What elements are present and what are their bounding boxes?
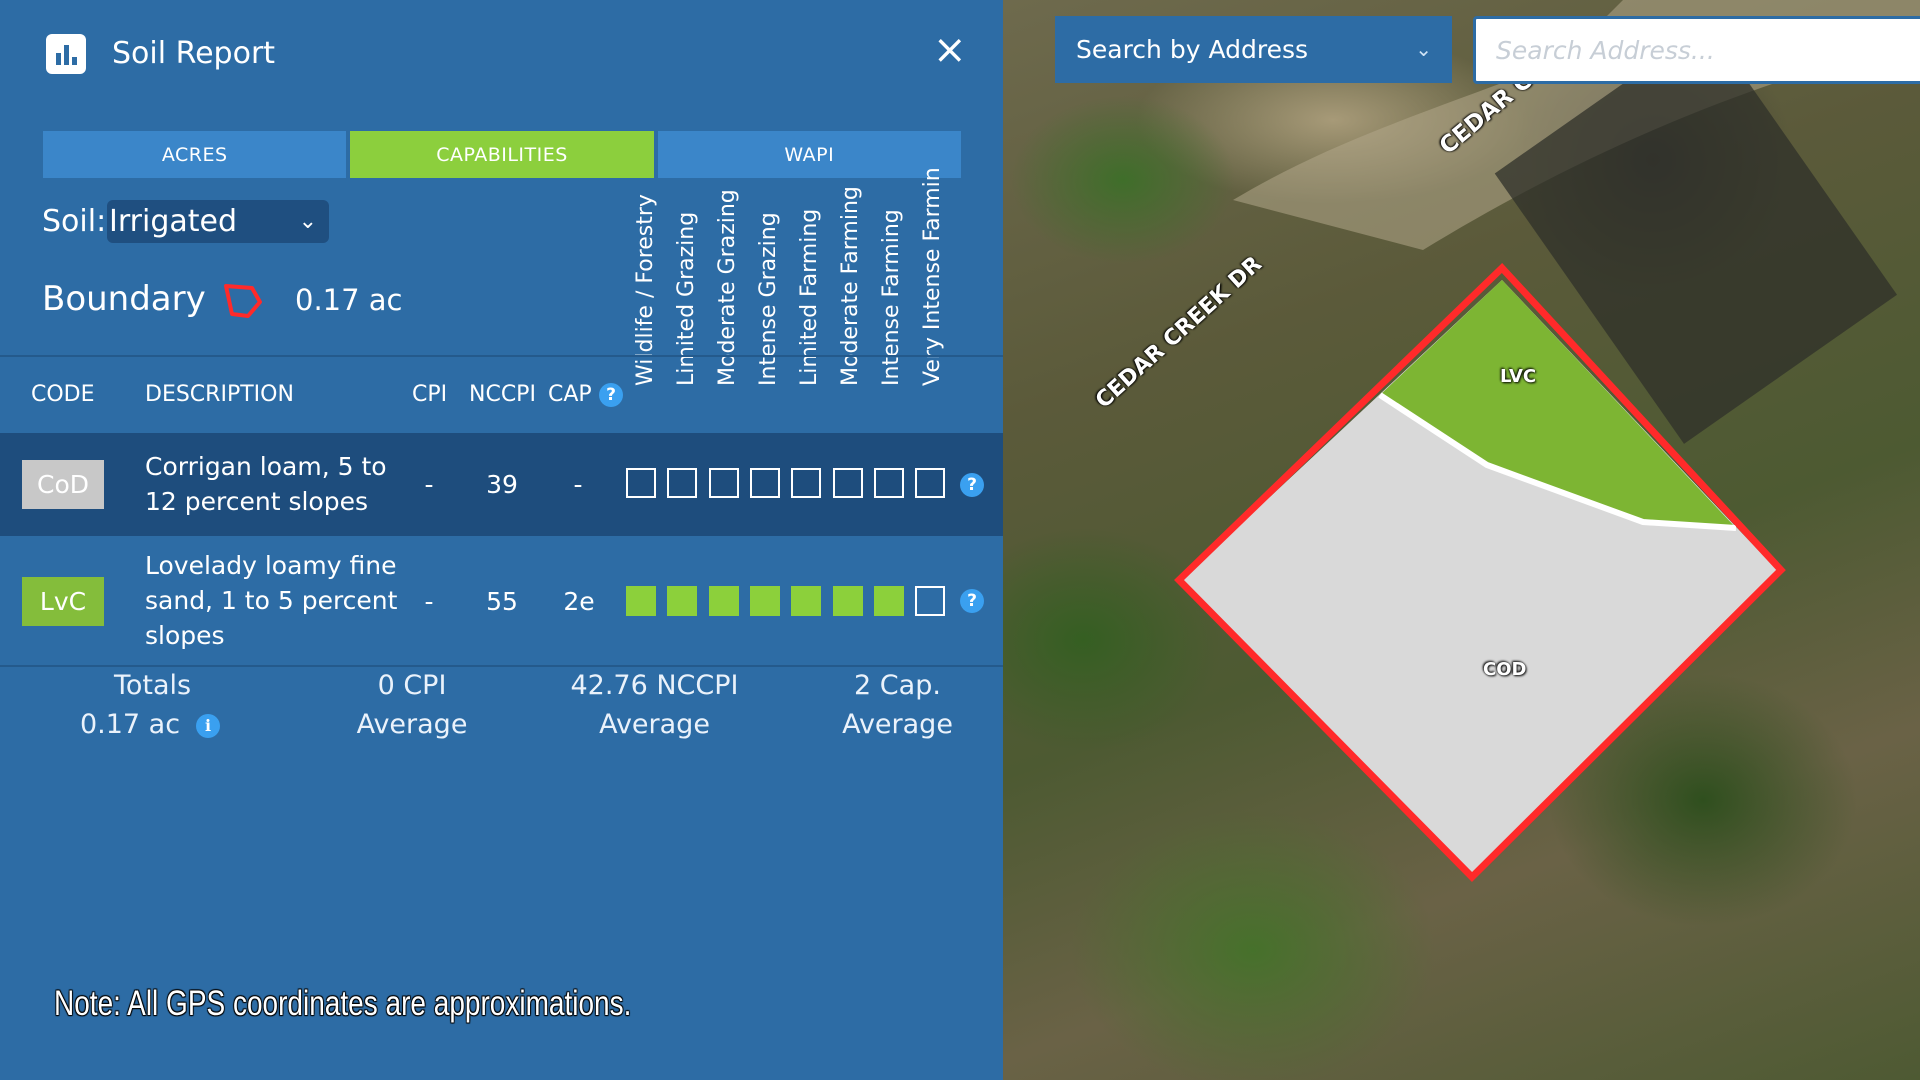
capability-box (832, 586, 863, 616)
cap-header-limited-grazing: Limited Grazing (674, 211, 699, 386)
nccpi-value: 55 (486, 587, 518, 616)
col-header-nccpi: NCCPI (469, 382, 536, 407)
row-help-icon[interactable]: ? (960, 589, 984, 613)
boundary-acres: 0.17 ac (295, 283, 403, 317)
soil-description: Corrigan loam, 5 to 12 percent slopes (145, 452, 387, 516)
gps-note: Note: All GPS coordinates are approximat… (54, 984, 632, 1023)
capability-box (749, 468, 780, 498)
cpi-value: - (424, 587, 434, 616)
tab-acres[interactable]: ACRES (43, 131, 347, 178)
bar-chart-icon (46, 34, 86, 74)
cap-header-wildlife-forestry: Wildlife / Forestry (633, 194, 658, 386)
polygon-boundary-icon (224, 284, 262, 318)
soil-description: Lovelady loamy fine sand, 1 to 5 percent… (145, 551, 398, 650)
col-header-description: DESCRIPTION (145, 382, 294, 407)
map-overlay (1174, 0, 1920, 882)
totals-acres: 0.17 ac (79, 709, 181, 740)
satellite-map[interactable]: CEDAR CR CEDAR CREEK DR LVC COD (1003, 0, 1920, 1080)
capability-box (626, 586, 656, 616)
capability-box (791, 468, 822, 498)
report-tabs: ACRES CAPABILITIES WAPI (43, 131, 961, 178)
panel-title: Soil Report (112, 36, 276, 71)
soil-selected-value: Irrigated (109, 204, 238, 239)
table-row[interactable]: LvC Lovelady loamy fine sand, 1 to 5 per… (0, 537, 1003, 665)
cap-header-intense-grazing: Intense Grazing (756, 212, 781, 386)
cap-header-moderate-farming: Moderate Farming (838, 186, 863, 386)
totals-label: Totals (113, 670, 192, 701)
capability-box (708, 468, 739, 498)
cap-value: 2e (563, 587, 595, 616)
totals-row: Totals 0.17 ac i 0 CPI Average 42.76 NCC… (0, 666, 1003, 744)
cap-value: - (573, 470, 583, 499)
cap-header-very-intense-farming: Very Intense Farmin (920, 167, 945, 386)
info-icon[interactable]: i (196, 714, 220, 738)
tab-wapi[interactable]: WAPI (657, 131, 961, 178)
tab-capabilities[interactable]: CAPABILITIES (350, 131, 654, 178)
chevron-down-icon: ⌄ (298, 209, 317, 234)
cpi-value: - (424, 470, 434, 499)
parcel-label-lvc: LVC (1500, 366, 1537, 387)
cap-header-moderate-grazing: Moderate Grazing (715, 189, 740, 386)
capability-box (667, 586, 698, 616)
search-mode-dropdown[interactable]: Search by Address ⌄ (1055, 16, 1452, 83)
capability-box (791, 586, 822, 616)
soil-code-badge: CoD (22, 460, 104, 509)
capability-box (832, 468, 863, 498)
soil-label: Soil: (42, 204, 107, 239)
totals-nccpi-average: Average (599, 709, 710, 740)
totals-cpi-average: Average (356, 709, 468, 740)
boundary-label: Boundary (42, 279, 206, 319)
row-help-icon[interactable]: ? (960, 473, 984, 497)
parcel-label-cod: COD (1483, 659, 1527, 680)
totals-cap-average: Average (842, 709, 953, 740)
close-icon[interactable]: × (933, 30, 967, 70)
col-header-code: CODE (31, 382, 95, 407)
capability-box (626, 468, 656, 498)
col-header-cpi: CPI (412, 382, 448, 407)
totals-cap: 2 Cap. (854, 670, 941, 701)
table-row[interactable]: CoD Corrigan loam, 5 to 12 percent slope… (0, 433, 1003, 536)
chevron-down-icon: ⌄ (1415, 37, 1432, 61)
soil-select[interactable]: Irrigated ⌄ (107, 200, 329, 243)
capability-box (873, 468, 904, 498)
divider (0, 355, 1003, 357)
capability-box (708, 586, 739, 616)
capability-box (667, 468, 698, 498)
capability-box (915, 586, 946, 616)
soil-code-badge: LvC (22, 577, 104, 626)
col-header-cap: CAP (548, 382, 592, 407)
capability-box (749, 586, 780, 616)
soil-report-panel: Soil Report × ACRES CAPABILITIES WAPI So… (0, 0, 1003, 1080)
search-mode-value: Search by Address (1076, 35, 1309, 64)
totals-cpi: 0 CPI (377, 670, 447, 701)
cap-header-intense-farming: Intense Farming (879, 209, 904, 386)
totals-nccpi: 42.76 NCCPI (570, 670, 739, 701)
address-search-input[interactable] (1473, 16, 1920, 84)
cap-help-icon[interactable]: ? (599, 383, 623, 407)
nccpi-value: 39 (486, 470, 518, 499)
capability-box (873, 586, 904, 616)
capability-box (915, 468, 946, 498)
cap-header-limited-farming: Limited Farming (797, 208, 822, 386)
